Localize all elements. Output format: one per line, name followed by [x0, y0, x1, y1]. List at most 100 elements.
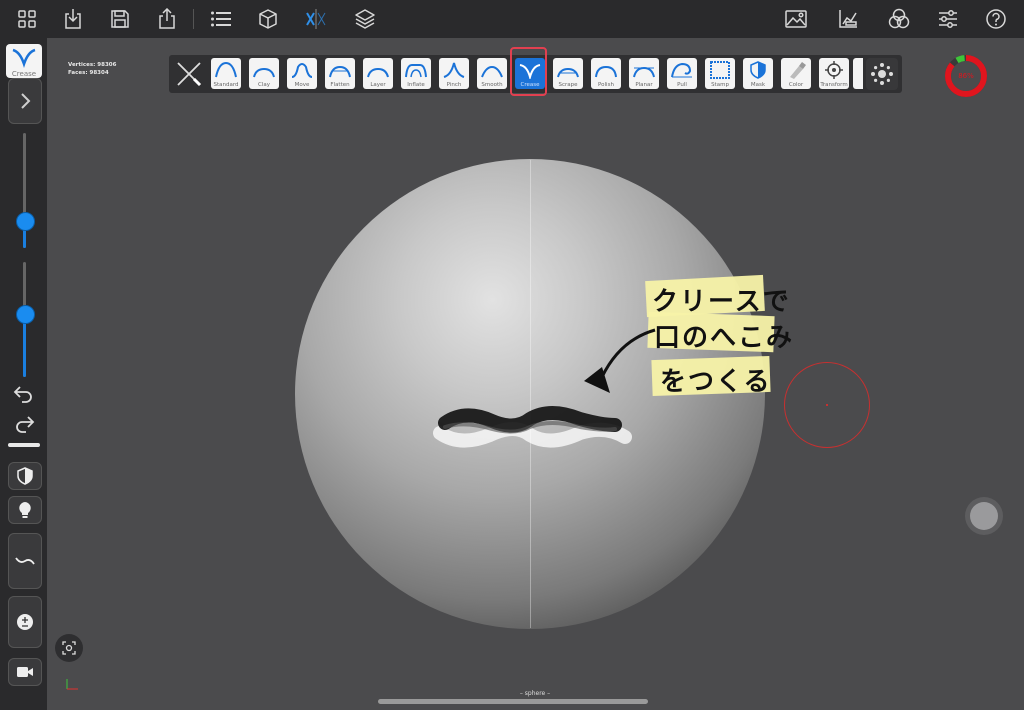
faces-count: Faces: 98304	[68, 70, 109, 76]
mask-brush-icon	[750, 61, 766, 79]
tool-layer[interactable]: Layer	[363, 58, 393, 89]
tool-inflate[interactable]: Inflate	[401, 58, 431, 89]
tool-label: Move	[294, 82, 310, 88]
tool-pull[interactable]: Pull	[667, 58, 697, 89]
annotation-line-3: をつくる	[660, 367, 772, 397]
share-icon[interactable]	[153, 6, 181, 32]
close-tools-icon[interactable]	[173, 58, 205, 90]
brush-cursor-center	[826, 404, 828, 406]
import-icon[interactable]	[59, 6, 87, 32]
active-tool-button[interactable]: Crease	[6, 44, 42, 78]
floating-button[interactable]	[970, 502, 998, 530]
camera-button[interactable]	[8, 658, 42, 686]
sidebar-divider	[8, 443, 40, 447]
grid-icon[interactable]	[13, 6, 41, 32]
mesh-name: – sphere –	[519, 690, 551, 697]
tool-pinch[interactable]: Pinch	[439, 58, 469, 89]
tool-flatten[interactable]: Flatten	[325, 58, 355, 89]
tool-planar[interactable]: Planar	[629, 58, 659, 89]
selection-highlight	[510, 47, 547, 96]
vertices-count: Vertices: 98306	[68, 62, 117, 68]
tool-label: Polish	[598, 82, 614, 88]
redo-icon[interactable]	[12, 414, 36, 438]
tool-standard[interactable]: Standard	[211, 58, 241, 89]
scrape-brush-icon	[557, 67, 579, 78]
camera-reset-button[interactable]	[55, 634, 83, 662]
floating-button-ring[interactable]	[965, 497, 1003, 535]
tool-smooth[interactable]: Smooth	[477, 58, 507, 89]
lightbulb-icon	[19, 502, 31, 518]
tool-label: Flatten	[330, 82, 350, 88]
gear-icon	[871, 63, 893, 85]
expand-sidebar-button[interactable]	[8, 78, 42, 124]
axis-gizmo	[66, 679, 78, 690]
tool-label: Scrape	[558, 82, 578, 88]
stamp-brush-icon	[710, 61, 730, 79]
tool-label: Clay	[258, 82, 270, 88]
move-brush-icon	[291, 63, 313, 78]
tool-scrape[interactable]: Scrape	[553, 58, 583, 89]
background-icon[interactable]	[782, 6, 810, 32]
layer-brush-icon	[367, 67, 389, 78]
smooth-brush-icon	[481, 65, 503, 78]
tool-label: Stamp	[711, 82, 729, 88]
shield-icon	[17, 467, 33, 485]
transform-icon	[825, 61, 843, 79]
tool-label: Mask	[750, 82, 766, 88]
add-subtract-button[interactable]	[8, 596, 42, 648]
tool-label: Pull	[677, 82, 687, 88]
inflate-brush-icon	[405, 64, 427, 78]
gauge-label: 86%	[958, 72, 974, 80]
mesh-stats: Vertices: 98306 Faces: 98304	[68, 61, 116, 77]
tool-overflow[interactable]	[853, 58, 863, 89]
planar-brush-icon	[633, 66, 655, 78]
tool-label: Color	[788, 82, 804, 88]
list-icon[interactable]	[207, 6, 235, 32]
pull-brush-icon	[671, 62, 692, 78]
measure-icon[interactable]	[834, 6, 862, 32]
tool-label: Smooth	[481, 82, 503, 88]
standard-brush-icon	[215, 61, 237, 78]
lighting-button[interactable]	[8, 496, 42, 524]
active-tool-label: Crease	[11, 70, 37, 78]
tool-settings-button[interactable]	[866, 58, 898, 90]
tool-label: Pinch	[446, 82, 462, 88]
tool-transform[interactable]: Transform	[819, 58, 849, 89]
top-toolbar	[0, 0, 1024, 38]
stroke-falloff-button[interactable]	[8, 533, 42, 589]
annotation-line-2: 口のへこみ	[654, 323, 795, 353]
crease-icon	[12, 48, 36, 68]
symmetry-icon[interactable]	[302, 6, 330, 32]
memory-gauge: 86%	[943, 53, 989, 99]
tool-move[interactable]: Move	[287, 58, 317, 89]
color-channels-icon[interactable]	[885, 6, 913, 32]
help-icon[interactable]	[982, 6, 1010, 32]
flatten-brush-icon	[329, 65, 351, 78]
mask-toggle-button[interactable]	[8, 462, 42, 490]
tool-color[interactable]: Color	[781, 58, 811, 89]
tool-label: Inflate	[407, 82, 425, 88]
chevron-right-icon	[21, 93, 31, 109]
settings-sliders-icon[interactable]	[934, 6, 962, 32]
undo-icon[interactable]	[12, 384, 36, 408]
tool-stamp[interactable]: Stamp	[705, 58, 735, 89]
pinch-brush-icon	[443, 62, 465, 78]
video-camera-icon	[17, 667, 33, 677]
tool-mask[interactable]: Mask	[743, 58, 773, 89]
layers-icon[interactable]	[351, 6, 379, 32]
clay-brush-icon	[253, 67, 275, 78]
tool-polish[interactable]: Polish	[591, 58, 621, 89]
tool-label: Layer	[370, 82, 386, 88]
paint-brush-icon	[790, 62, 806, 79]
curve-icon	[15, 557, 35, 565]
tool-clay[interactable]: Clay	[249, 58, 279, 89]
cube-icon[interactable]	[254, 6, 282, 32]
intensity-slider-knob[interactable]	[16, 305, 35, 324]
annotation-line-1: クリースで	[652, 287, 791, 317]
focus-icon	[62, 641, 76, 655]
home-indicator[interactable]	[378, 699, 648, 704]
toolbar-divider	[193, 9, 194, 29]
radius-slider-knob[interactable]	[16, 212, 35, 231]
tool-label: Standard	[213, 82, 239, 88]
save-icon[interactable]	[106, 6, 134, 32]
